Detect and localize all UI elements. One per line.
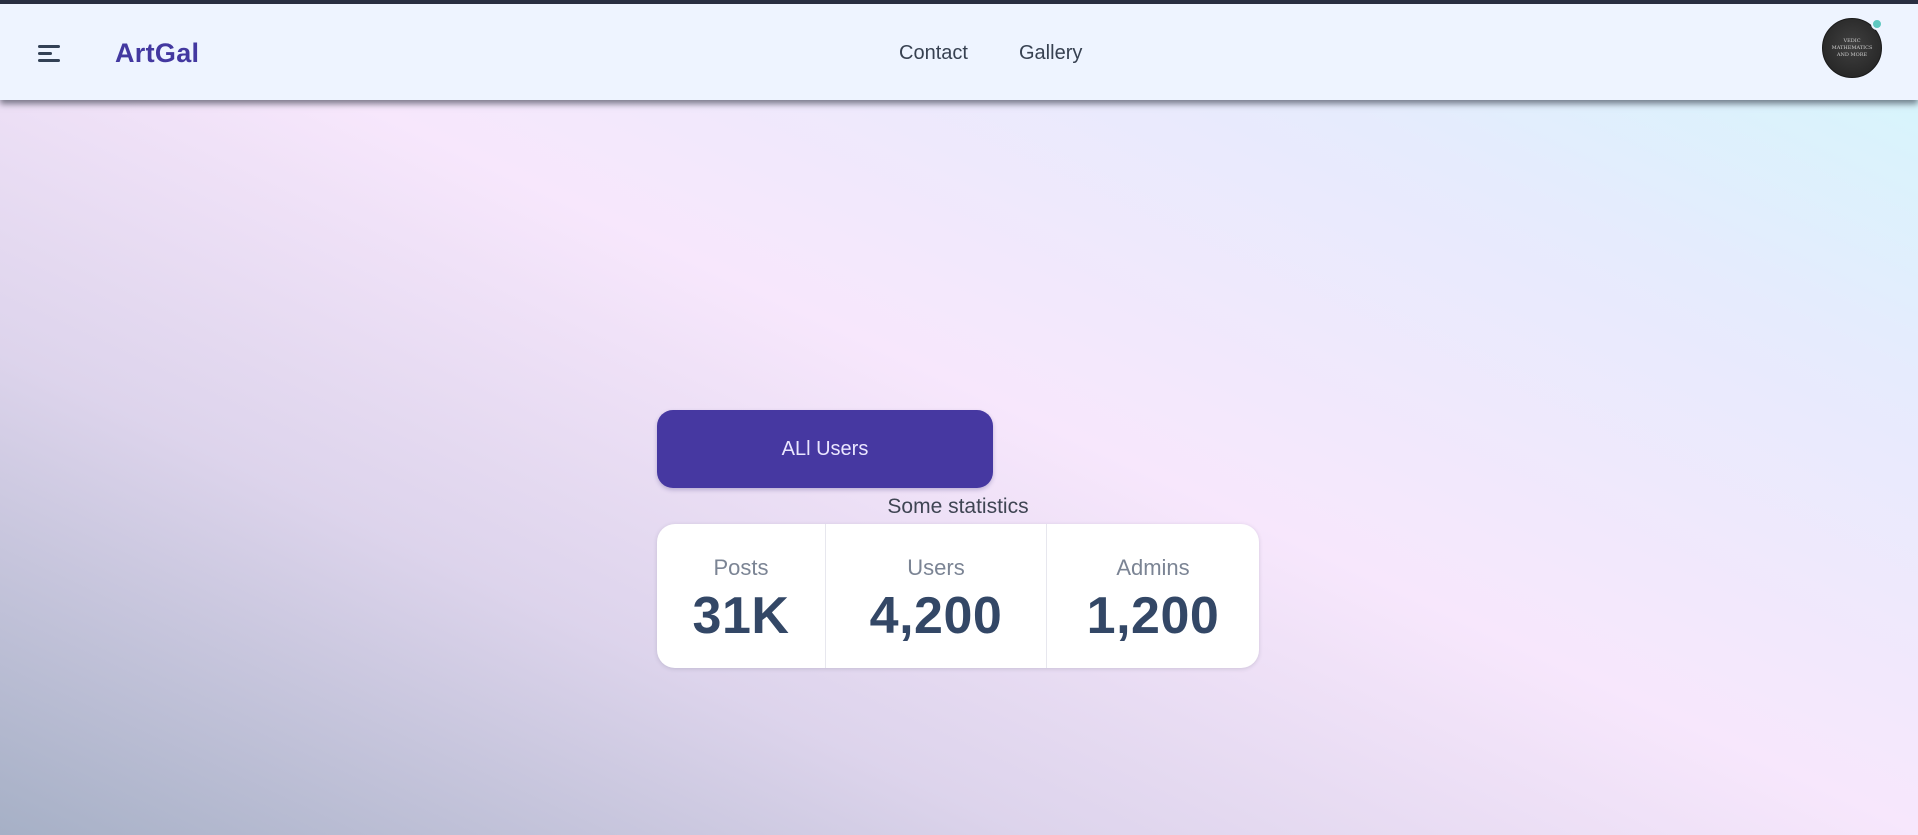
stat-value: 4,200 — [869, 587, 1003, 645]
nav-link-contact[interactable]: Contact — [899, 42, 968, 65]
menu-icon-line — [38, 52, 52, 55]
navbar: ArtGal Contact Gallery — [0, 4, 1918, 100]
hamburger-menu-icon[interactable] — [36, 42, 64, 66]
stat-title: Posts — [713, 555, 769, 580]
brand-logo-text[interactable]: ArtGal — [115, 38, 199, 69]
online-status-dot — [1871, 18, 1883, 30]
all-users-button[interactable]: ALl Users — [657, 410, 993, 488]
stat-title: Admins — [1116, 555, 1190, 580]
stat-admins: Admins 1,200 — [1046, 524, 1259, 668]
stats-caption: Some statistics — [887, 495, 1029, 518]
menu-icon-line — [38, 59, 60, 62]
menu-icon-line — [38, 45, 60, 48]
stat-posts: Posts 31K — [657, 524, 825, 668]
stat-value: 1,200 — [1086, 587, 1220, 645]
stat-users: Users 4,200 — [825, 524, 1046, 668]
stat-title: Users — [907, 555, 965, 580]
stats-card: Posts 31K Users 4,200 Admins 1,200 — [657, 524, 1259, 668]
nav-link-gallery[interactable]: Gallery — [1019, 42, 1082, 65]
avatar-logo-image: VEDIC MATHEMATICS AND MORE — [1831, 37, 1873, 58]
stat-value: 31K — [692, 587, 790, 645]
